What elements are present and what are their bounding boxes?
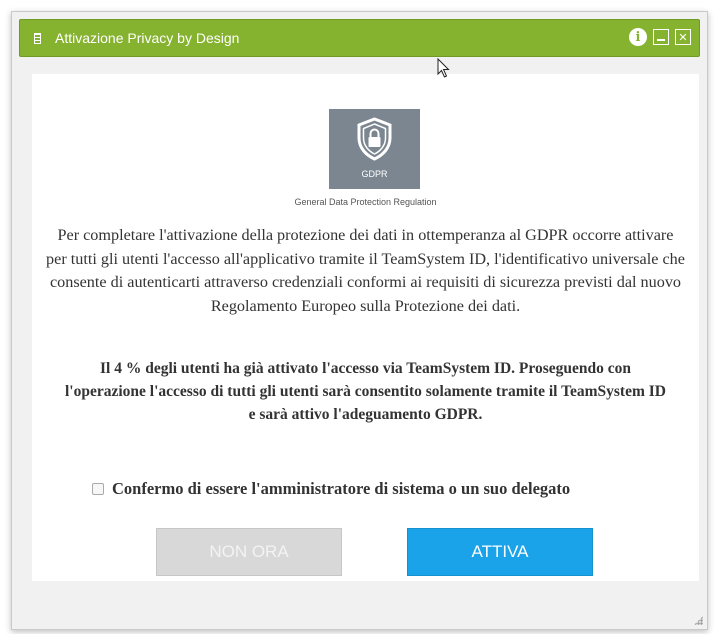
window-title: Attivazione Privacy by Design [55,30,240,46]
gdpr-caption: General Data Protection Regulation [294,197,437,207]
gdpr-badge-label: GDPR [361,169,388,179]
mouse-cursor-icon [437,58,450,78]
minimize-icon[interactable] [653,29,669,45]
description-text: Per completare l'attivazione della prote… [46,226,685,315]
dialog-window: Attivazione Privacy by Design i ✕ GDPR G… [11,11,708,630]
shield-lock-icon [357,117,392,161]
window-controls: i ✕ [629,28,691,46]
dialog-content: GDPR General Data Protection Regulation … [32,74,699,581]
not-now-button[interactable]: NON ORA [156,528,342,576]
document-icon [34,32,41,44]
confirm-checkbox-row[interactable]: Confermo di essere l'amministratore di s… [92,479,570,499]
close-icon[interactable]: ✕ [675,29,691,45]
title-bar[interactable]: Attivazione Privacy by Design i ✕ [19,19,700,57]
resize-grip[interactable] [694,616,703,625]
notice-text: Il 4 % degli utenti ha già attivato l'ac… [65,360,666,423]
gdpr-badge: GDPR [329,109,420,189]
confirm-checkbox[interactable] [92,483,104,495]
confirm-label[interactable]: Confermo di essere l'amministratore di s… [112,479,570,499]
info-icon[interactable]: i [629,28,647,46]
activate-button[interactable]: ATTIVA [407,528,593,576]
